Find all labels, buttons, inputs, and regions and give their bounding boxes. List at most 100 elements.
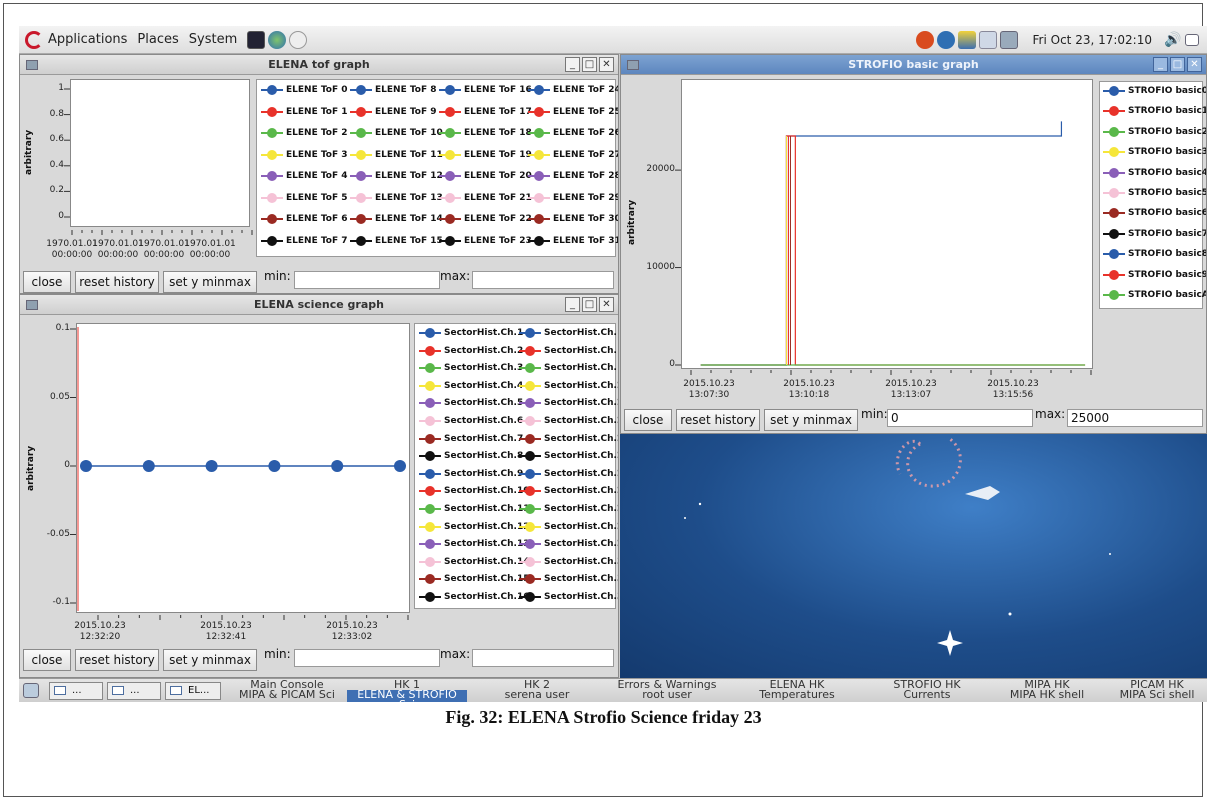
menu-system[interactable]: System	[189, 32, 237, 47]
legend-item[interactable]: ELENE ToF 14	[350, 214, 443, 224]
legend-item[interactable]: ELENE ToF 11	[350, 149, 443, 160]
legend-item[interactable]: ELENE ToF 7	[261, 235, 348, 246]
max-input[interactable]: 25000	[1067, 409, 1203, 427]
show-desktop-icon[interactable]	[1185, 34, 1199, 46]
legend-item[interactable]: ELENE ToF 29	[528, 192, 618, 203]
legend-item[interactable]: ELENE ToF 8	[350, 85, 437, 95]
tof-titlebar[interactable]: ELENA tof graph _ □ ✕	[20, 55, 618, 75]
browser-launcher-icon[interactable]	[268, 30, 287, 49]
legend-item[interactable]: STROFIO basic5	[1103, 188, 1206, 198]
legend-item[interactable]: STROFIO basic3	[1103, 147, 1206, 158]
legend-item[interactable]: SectorHist.Ch.26	[519, 486, 618, 497]
max-input[interactable]	[472, 271, 614, 289]
minimize-icon[interactable]: _	[565, 297, 580, 312]
set-y-minmax-button[interactable]: set y minmax	[163, 649, 257, 671]
legend-item[interactable]: SectorHist.Ch.5	[419, 398, 523, 409]
legend-item[interactable]: SectorHist.Ch.2	[419, 345, 523, 356]
set-y-minmax-button[interactable]: set y minmax	[163, 271, 257, 293]
legend-item[interactable]: SectorHist.Ch.10	[419, 486, 530, 497]
console-tab[interactable]: MIPA HK MIPA HK shell	[997, 679, 1097, 700]
legend-item[interactable]: ELENE ToF 4	[261, 171, 348, 181]
legend-item[interactable]: STROFIO basic4	[1103, 167, 1206, 178]
legend-item[interactable]: STROFIO basic2	[1103, 126, 1206, 137]
legend-item[interactable]: ELENE ToF 6	[261, 214, 348, 224]
strofio-plot-area[interactable]	[681, 79, 1093, 369]
update-notifier-icon[interactable]	[915, 31, 934, 49]
maximize-icon[interactable]: □	[1170, 57, 1185, 72]
legend-item[interactable]: SectorHist.Ch.6	[419, 416, 523, 426]
legend-item[interactable]: ELENE ToF 16	[439, 85, 532, 95]
clock[interactable]: Fri Oct 23, 17:02:10	[1033, 33, 1152, 47]
minimize-icon[interactable]: _	[565, 57, 580, 72]
network-launcher-icon[interactable]	[289, 30, 308, 49]
legend-item[interactable]: SectorHist.Ch.24	[519, 451, 618, 462]
console-tab[interactable]: HK 2 serena user	[477, 679, 597, 700]
legend-item[interactable]: ELENE ToF 3	[261, 149, 348, 160]
science-plot-area[interactable]	[76, 323, 410, 613]
reset-history-button[interactable]: reset history	[75, 271, 159, 293]
tof-plot-area[interactable]	[70, 79, 250, 227]
legend-item[interactable]: ELENE ToF 0	[261, 85, 348, 95]
legend-item[interactable]: SectorHist.Ch.17	[519, 328, 618, 338]
legend-item[interactable]: STROFIO basic6	[1103, 208, 1206, 219]
min-input[interactable]	[294, 271, 440, 289]
close-button[interactable]: close	[23, 649, 71, 671]
legend-item[interactable]: STROFIO basic7	[1103, 228, 1206, 239]
legend-item[interactable]: ELENE ToF 22	[439, 214, 532, 224]
debian-logo-icon[interactable]	[25, 30, 43, 49]
legend-item[interactable]: SectorHist.Ch.22	[519, 416, 618, 426]
legend-item[interactable]: ELENE ToF 21	[439, 192, 532, 203]
legend-item[interactable]: SectorHist.Ch.29	[519, 539, 618, 550]
legend-item[interactable]: ELENE ToF 2	[261, 128, 348, 138]
max-input[interactable]	[472, 649, 614, 667]
legend-item[interactable]: ELENE ToF 23	[439, 235, 532, 246]
console-tab[interactable]: HK 1ELENA & STROFIO Sci	[347, 679, 467, 702]
min-input[interactable]	[294, 649, 440, 667]
legend-item[interactable]: SectorHist.Ch.23	[519, 433, 618, 444]
set-y-minmax-button[interactable]: set y minmax	[764, 409, 858, 431]
legend-item[interactable]: ELENE ToF 31	[528, 235, 618, 246]
legend-item[interactable]: STROFIO basic1	[1103, 106, 1206, 117]
accessibility-icon[interactable]	[936, 31, 955, 49]
legend-item[interactable]: ELENE ToF 27	[528, 149, 618, 160]
legend-item[interactable]: ELENE ToF 1	[261, 106, 348, 117]
legend-item[interactable]: STROFIO basic0	[1103, 86, 1206, 96]
console-tab[interactable]: Errors & Warnings root user	[607, 679, 727, 700]
legend-item[interactable]: SectorHist.Ch.9	[419, 468, 523, 479]
taskbar-window-button[interactable]: ...	[107, 682, 161, 700]
legend-item[interactable]: ELENE ToF 9	[350, 106, 437, 117]
legend-item[interactable]: SectorHist.Ch.19	[519, 363, 618, 374]
legend-item[interactable]: ELENE ToF 15	[350, 235, 443, 246]
show-desktop-icon[interactable]	[23, 683, 39, 698]
legend-item[interactable]: SectorHist.Ch.30	[519, 556, 618, 567]
maximize-icon[interactable]: □	[582, 297, 597, 312]
legend-item[interactable]: ELENE ToF 18	[439, 128, 532, 138]
taskbar-window-button[interactable]: ...	[49, 682, 103, 700]
min-input[interactable]: 0	[887, 409, 1033, 427]
legend-item[interactable]: SectorHist.Ch.28	[519, 521, 618, 532]
legend-item[interactable]: ELENE ToF 26	[528, 128, 618, 138]
legend-item[interactable]: ELENE ToF 5	[261, 192, 348, 203]
minimize-icon[interactable]: _	[1153, 57, 1168, 72]
legend-item[interactable]: SectorHist.Ch.16	[419, 592, 530, 602]
legend-item[interactable]: SectorHist.Ch.14	[419, 556, 530, 567]
console-tab[interactable]: Main Console MIPA & PICAM Sci	[227, 679, 347, 700]
legend-item[interactable]: SectorHist.Ch.13	[419, 539, 530, 550]
close-icon[interactable]: ✕	[599, 57, 614, 72]
legend-item[interactable]: SectorHist.Ch.12	[419, 521, 530, 532]
console-tab[interactable]: PICAM HK MIPA Sci shell	[1107, 679, 1207, 700]
science-titlebar[interactable]: ELENA science graph _ □ ✕	[20, 295, 618, 315]
menu-places[interactable]: Places	[137, 32, 178, 47]
legend-item[interactable]: SectorHist.Ch.32	[519, 592, 618, 602]
legend-item[interactable]: ELENE ToF 25	[528, 106, 618, 117]
legend-item[interactable]: ELENE ToF 30	[528, 214, 618, 224]
legend-item[interactable]: STROFIO basic8	[1103, 249, 1206, 260]
strofio-titlebar[interactable]: STROFIO basic graph _ □ ✕	[621, 55, 1206, 75]
console-tab[interactable]: ELENA HK Temperatures	[737, 679, 857, 700]
reset-history-button[interactable]: reset history	[75, 649, 159, 671]
legend-item[interactable]: SectorHist.Ch.20	[519, 380, 618, 391]
legend-item[interactable]: STROFIO basic9	[1103, 269, 1206, 280]
legend-item[interactable]: SectorHist.Ch.3	[419, 363, 523, 374]
legend-item[interactable]: ELENE ToF 20	[439, 171, 532, 181]
reset-history-button[interactable]: reset history	[676, 409, 760, 431]
